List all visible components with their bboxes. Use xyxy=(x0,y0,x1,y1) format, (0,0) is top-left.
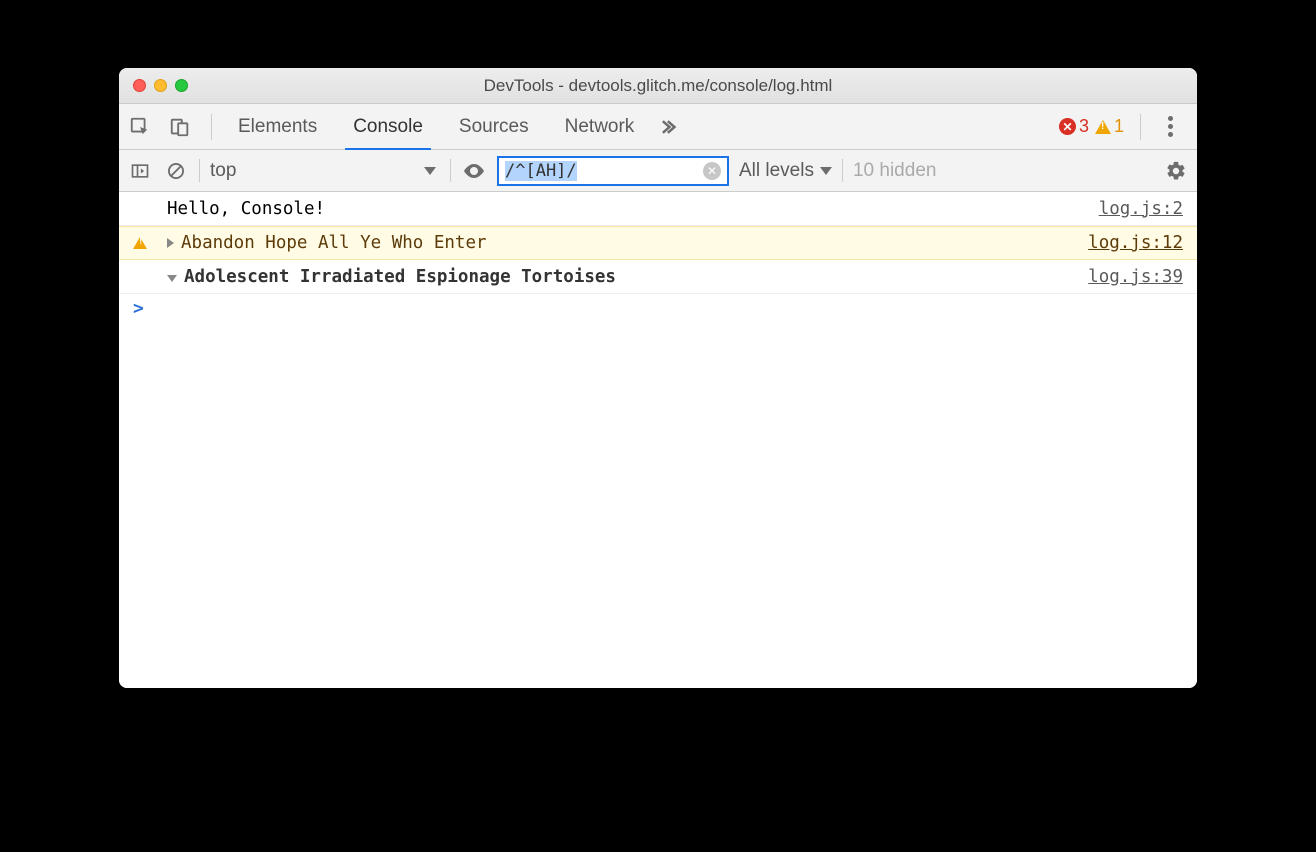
log-levels-selector[interactable]: All levels xyxy=(739,160,832,182)
live-expression-button[interactable] xyxy=(461,158,487,184)
tab-elements[interactable]: Elements xyxy=(220,104,335,149)
minimize-window-button[interactable] xyxy=(154,79,167,92)
titlebar: DevTools - devtools.glitch.me/console/lo… xyxy=(119,68,1197,104)
console-settings-button[interactable] xyxy=(1163,158,1189,184)
tab-network[interactable]: Network xyxy=(547,104,653,149)
console-toolbar: top ✕ All levels 10 hidden xyxy=(119,150,1197,192)
devtools-window: DevTools - devtools.glitch.me/console/lo… xyxy=(119,68,1197,688)
chevron-down-icon xyxy=(424,167,436,175)
prompt-icon: > xyxy=(133,298,144,319)
error-icon: ✕ xyxy=(1059,118,1076,135)
error-badge[interactable]: ✕ 3 xyxy=(1059,116,1089,137)
separator xyxy=(1140,114,1141,140)
hidden-messages-label[interactable]: 10 hidden xyxy=(853,160,936,182)
inspect-element-icon[interactable] xyxy=(127,114,153,140)
window-title: DevTools - devtools.glitch.me/console/lo… xyxy=(119,76,1197,96)
clear-filter-button[interactable]: ✕ xyxy=(703,162,721,180)
row-gutter xyxy=(133,237,167,249)
log-row-group[interactable]: Adolescent Irradiated Espionage Tortoise… xyxy=(119,260,1197,294)
warning-count: 1 xyxy=(1114,116,1124,137)
more-tabs-button[interactable] xyxy=(652,104,682,149)
tab-console[interactable]: Console xyxy=(335,104,441,149)
log-row[interactable]: Hello, Console! log.js:2 xyxy=(119,192,1197,226)
overflow-menu-button[interactable] xyxy=(1157,116,1183,137)
chevron-down-icon xyxy=(820,167,832,175)
device-toggle-icon[interactable] xyxy=(167,114,193,140)
console-prompt-row[interactable]: > xyxy=(119,294,1197,323)
separator xyxy=(842,159,843,182)
tabs: Elements Console Sources Network xyxy=(220,104,682,149)
tab-sources[interactable]: Sources xyxy=(441,104,547,149)
log-message: Abandon Hope All Ye Who Enter xyxy=(167,233,1088,253)
console-messages: Hello, Console! log.js:2 Abandon Hope Al… xyxy=(119,192,1197,688)
execution-context-selector[interactable]: top xyxy=(210,160,440,182)
separator xyxy=(199,159,200,182)
main-tabbar: Elements Console Sources Network ✕ 3 1 xyxy=(119,104,1197,150)
context-label: top xyxy=(210,160,236,182)
log-message: Adolescent Irradiated Espionage Tortoise… xyxy=(167,267,1088,287)
log-source-link[interactable]: log.js:12 xyxy=(1088,233,1183,253)
warning-icon xyxy=(133,237,147,249)
zoom-window-button[interactable] xyxy=(175,79,188,92)
close-window-button[interactable] xyxy=(133,79,146,92)
separator xyxy=(211,114,212,140)
log-source-link[interactable]: log.js:2 xyxy=(1099,199,1183,219)
error-count: 3 xyxy=(1079,116,1089,137)
levels-label: All levels xyxy=(739,160,814,182)
disclosure-right-icon[interactable] xyxy=(167,238,174,248)
warning-icon xyxy=(1095,120,1111,134)
filter-input[interactable] xyxy=(505,161,703,181)
filter-input-wrapper: ✕ xyxy=(497,156,729,186)
disclosure-down-icon[interactable] xyxy=(167,275,177,282)
log-row-warning[interactable]: Abandon Hope All Ye Who Enter log.js:12 xyxy=(119,226,1197,260)
window-controls xyxy=(119,79,188,92)
clear-console-button[interactable] xyxy=(163,158,189,184)
log-source-link[interactable]: log.js:39 xyxy=(1088,267,1183,287)
warning-badge[interactable]: 1 xyxy=(1095,116,1124,137)
log-message: Hello, Console! xyxy=(167,199,1099,219)
toggle-sidebar-button[interactable] xyxy=(127,158,153,184)
separator xyxy=(450,159,451,182)
